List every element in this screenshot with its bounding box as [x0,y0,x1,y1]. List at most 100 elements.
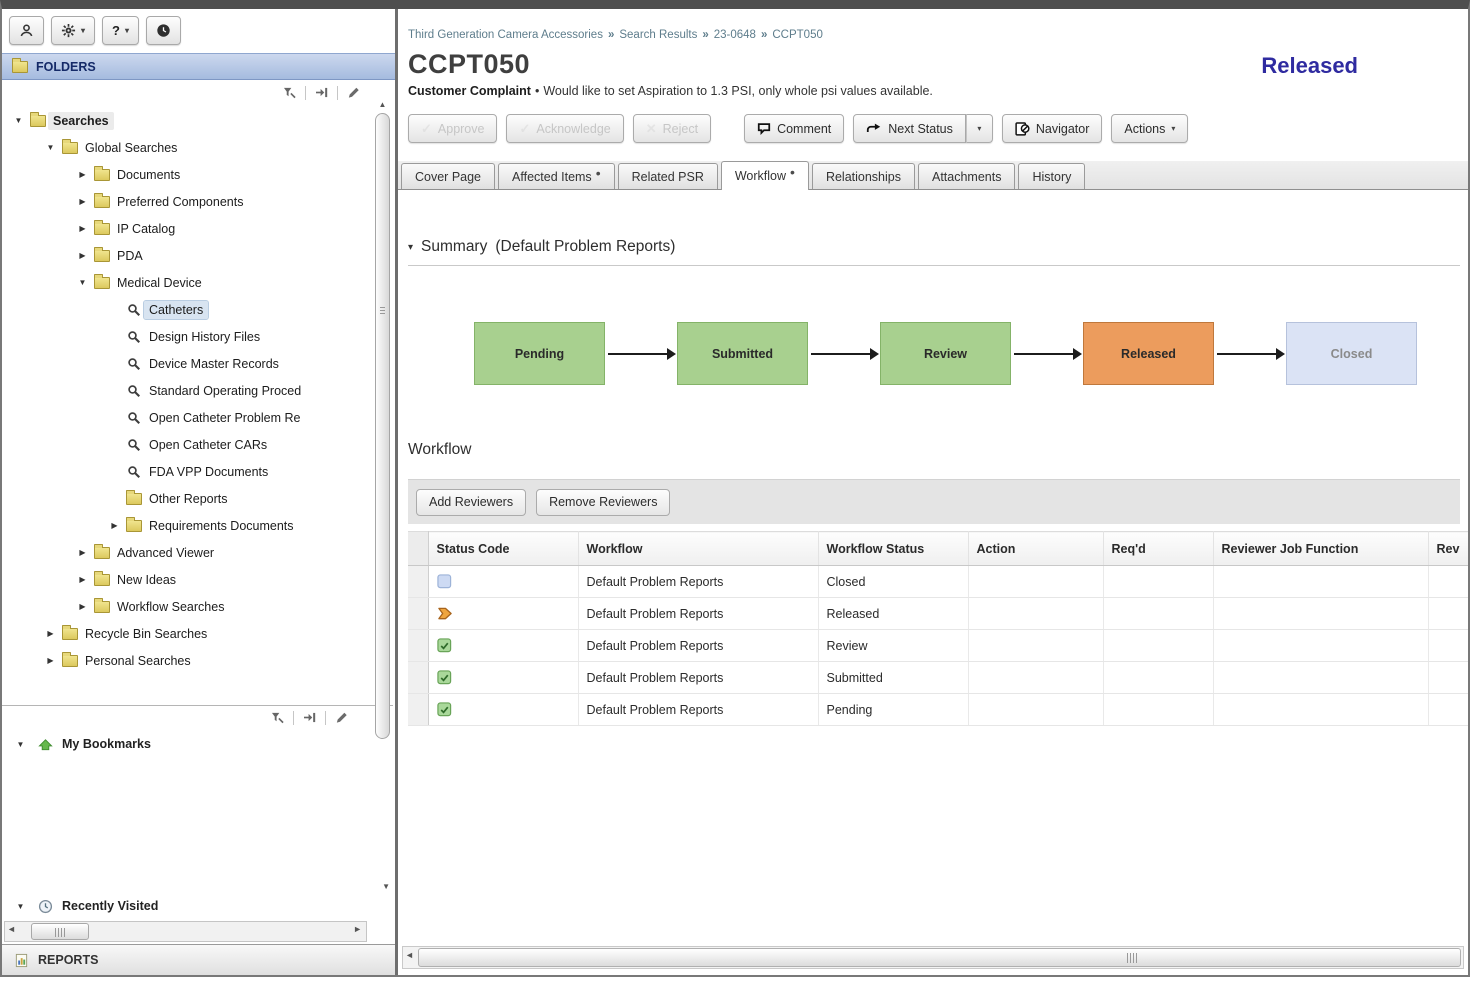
workflow-table-row[interactable]: Default Problem ReportsReleased [408,598,1468,630]
column-header-reviewer-job-function[interactable]: Reviewer Job Function [1213,532,1428,566]
next-status-menu-button[interactable]: ▾ [966,114,993,143]
column-header-rev[interactable]: Rev [1428,532,1468,566]
sidebar-item-fda-vpp-documents[interactable]: FDA VPP Documents [2,458,369,485]
chevron-down-icon[interactable]: ▼ [12,740,29,749]
scroll-down-icon[interactable]: ▼ [382,882,390,891]
chevron-right-icon[interactable]: ▶ [74,548,91,557]
workflow-table-row[interactable]: Default Problem ReportsPending [408,694,1468,726]
sidebar-item-recycle-bin-searches[interactable]: ▶Recycle Bin Searches [2,620,369,647]
folders-panel-header[interactable]: FOLDERS [2,53,395,80]
add-reviewers-button[interactable]: Add Reviewers [416,489,526,516]
sidebar-item-workflow-searches[interactable]: ▶ Workflow Searches [2,593,369,620]
actions-button[interactable]: Actions▾ [1111,114,1188,143]
chevron-right-icon[interactable]: ▶ [42,629,59,638]
sidebar-item-my-bookmarks[interactable]: ▼ My Bookmarks [2,729,395,759]
sidebar-item-medical-device[interactable]: ▼Medical Device [2,269,369,296]
settings-menu-button[interactable]: ▾ [51,16,95,45]
remove-reviewers-button[interactable]: Remove Reviewers [536,489,670,516]
sidebar-item-design-history-files[interactable]: Design History Files [2,323,369,350]
column-header-workflow[interactable]: Workflow [578,532,818,566]
summary-header[interactable]: ▾ Summary (Default Problem Reports) [408,238,1460,266]
chevron-right-icon[interactable]: ▶ [42,656,59,665]
breadcrumb-link[interactable]: Third Generation Camera Accessories [408,29,603,41]
sidebar-item-device-master-records[interactable]: Device Master Records [2,350,369,377]
filter-icon[interactable] [270,711,285,725]
chevron-right-icon[interactable]: ▶ [74,170,91,179]
sidebar-item-pda[interactable]: ▶PDA [2,242,369,269]
filter-icon[interactable] [282,86,297,100]
navigator-button[interactable]: Navigator [1002,114,1103,143]
sidebar-item-label: Workflow Searches [112,598,229,616]
sidebar-item-new-ideas[interactable]: ▶New Ideas [2,566,369,593]
sidebar-item-recently-visited[interactable]: ▼ Recently Visited [2,891,395,921]
workflow-table-row[interactable]: Default Problem ReportsSubmitted [408,662,1468,694]
edit-icon[interactable] [334,710,349,725]
sidebar-item-open-catheter-problem-re[interactable]: Open Catheter Problem Re [2,404,369,431]
sidebar-item-searches[interactable]: ▼Searches [2,107,369,134]
collapse-all-icon[interactable] [314,86,329,99]
tab-relationships[interactable]: Relationships [812,163,915,189]
chevron-right-icon[interactable]: ▶ [74,575,91,584]
sidebar-item-personal-searches[interactable]: ▶Personal Searches [2,647,369,674]
sidebar-item-requirements-documents[interactable]: ▶Requirements Documents [2,512,369,539]
row-selector[interactable] [408,598,428,630]
chevron-down-icon[interactable]: ▼ [12,902,29,911]
chevron-down-icon[interactable]: ▼ [42,143,59,152]
row-selector[interactable] [408,630,428,662]
button-label: Reject [663,122,698,136]
sidebar-item-standard-operating-proced[interactable]: Standard Operating Proced [2,377,369,404]
chevron-right-icon[interactable]: ▶ [74,224,91,233]
chevron-right-icon[interactable]: ▶ [74,251,91,260]
workflow-table-row[interactable]: Default Problem ReportsClosed [408,566,1468,598]
next-status-button[interactable]: Next Status [853,114,966,143]
row-selector[interactable] [408,662,428,694]
chevron-right-icon[interactable]: ▶ [74,197,91,206]
column-header-req-d[interactable]: Req'd [1103,532,1213,566]
sidebar-horizontal-scrollbar: ◄ ► [4,921,367,942]
comment-button[interactable]: Comment [744,114,844,143]
column-header-status-code[interactable]: Status Code [428,532,578,566]
sidebar-item-label: Documents [112,166,185,184]
scroll-left-icon[interactable]: ◄ [7,924,16,934]
scroll-right-icon[interactable]: ► [353,924,362,934]
sidebar-item-ip-catalog[interactable]: ▶IP Catalog [2,215,369,242]
user-menu-button[interactable] [9,16,44,45]
tab-cover-page[interactable]: Cover Page [401,163,495,189]
chevron-down-icon[interactable]: ▼ [74,278,91,287]
sidebar-item-documents[interactable]: ▶ Documents [2,161,369,188]
tab-workflow[interactable]: Workflow• [721,161,809,190]
chevron-down-icon[interactable]: ▼ [10,116,27,125]
sidebar-item-global-searches[interactable]: ▼Global Searches [2,134,369,161]
breadcrumb-link[interactable]: 23-0648 [714,29,756,41]
scroll-left-icon[interactable]: ◄ [405,950,414,960]
help-menu-button[interactable]: ? ▾ [102,16,139,45]
tab-history[interactable]: History [1018,163,1085,189]
sidebar-item-open-catheter-cars[interactable]: Open Catheter CARs [2,431,369,458]
collapse-all-icon[interactable] [302,711,317,724]
tab-affected-items[interactable]: Affected Items• [498,163,615,189]
sidebar-item-catheters[interactable]: Catheters [2,296,369,323]
search-icon [123,411,144,425]
edit-icon[interactable] [346,85,361,100]
column-header-workflow-status[interactable]: Workflow Status [818,532,968,566]
row-selector[interactable] [408,694,428,726]
reject-button: ✕Reject [633,114,711,143]
tab-attachments[interactable]: Attachments [918,163,1015,189]
reports-panel-header[interactable]: REPORTS [2,944,395,975]
chevron-right-icon[interactable]: ▶ [106,521,123,530]
row-selector[interactable] [408,566,428,598]
session-button[interactable] [146,16,181,45]
sidebar-item-other-reports[interactable]: Other Reports [2,485,369,512]
workflow-table-row[interactable]: Default Problem ReportsReview [408,630,1468,662]
tab-related-psr[interactable]: Related PSR [618,163,718,189]
breadcrumb-link[interactable]: Search Results [619,29,697,41]
sidebar-item-advanced-viewer[interactable]: ▶Advanced Viewer [2,539,369,566]
chevron-right-icon[interactable]: ▶ [74,602,91,611]
column-header-action[interactable]: Action [968,532,1103,566]
scrollbar-thumb[interactable] [31,923,89,940]
scrollbar-thumb[interactable] [418,948,1461,967]
sidebar-item-preferred-components[interactable]: ▶Preferred Components [2,188,369,215]
scroll-up-icon[interactable]: ▲ [373,97,392,111]
breadcrumb-link[interactable]: CCPT050 [772,29,823,41]
scrollbar-thumb[interactable] [375,113,390,739]
